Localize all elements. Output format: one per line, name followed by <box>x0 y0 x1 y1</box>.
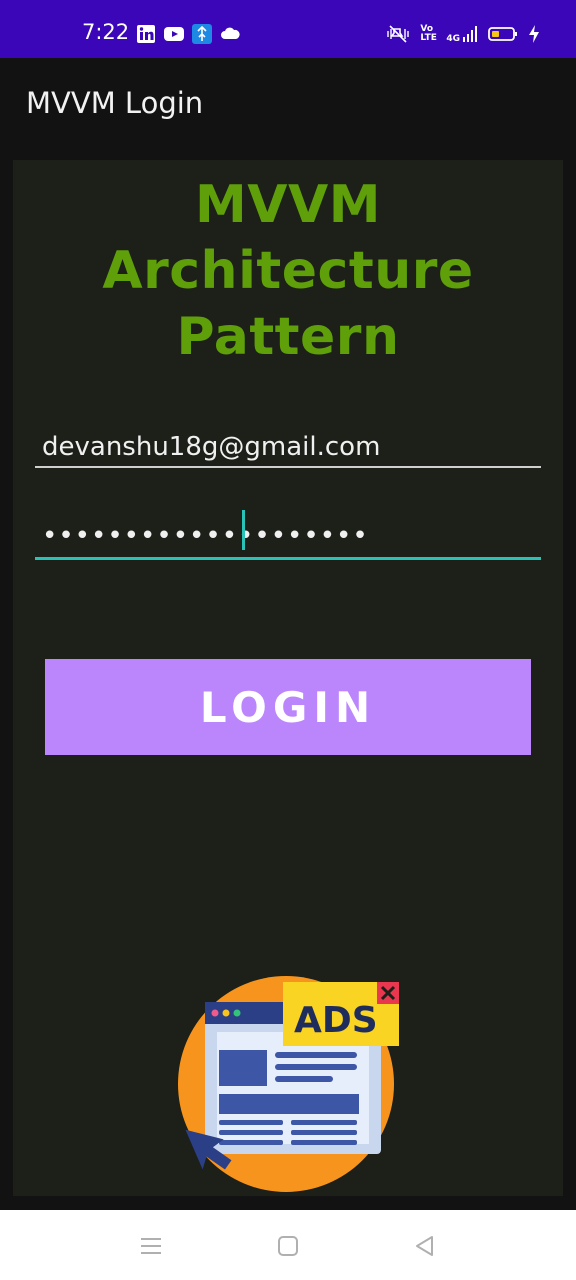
app-icon <box>192 24 212 44</box>
signal-bars-icon <box>463 26 477 42</box>
login-form-container: MVVM Architecture Pattern devanshu18g@gm… <box>13 160 563 1196</box>
app-bar-title: MVVM Login <box>26 86 204 120</box>
app-bar: MVVM Login <box>0 58 576 152</box>
cloud-icon <box>221 27 240 39</box>
home-icon[interactable] <box>275 1234 301 1258</box>
email-field[interactable]: devanshu18g@gmail.com <box>35 418 541 468</box>
headline-line-2: Pattern <box>176 307 400 367</box>
system-nav-bar <box>0 1210 576 1280</box>
login-button[interactable]: LOGIN <box>45 659 531 755</box>
signal-icon: 4G <box>446 24 478 44</box>
page-headline: MVVM Architecture Pattern <box>13 172 563 370</box>
password-field[interactable]: •••••••••••••••••••• <box>35 510 541 560</box>
status-notification-icons <box>136 24 240 44</box>
battery-icon <box>488 27 517 41</box>
status-system-icons: Vo LTE 4G <box>386 24 540 44</box>
status-time: 7:22 <box>82 20 130 44</box>
status-bar: 7:22 Vo LTE 4G <box>0 0 576 58</box>
charging-icon <box>529 25 539 43</box>
network-type-label: 4G <box>446 34 460 44</box>
linkedin-icon <box>137 25 155 43</box>
volte-icon: Vo LTE <box>420 24 437 43</box>
headline-line-1: MVVM Architecture <box>102 175 474 301</box>
password-value: •••••••••••••••••••• <box>42 521 369 551</box>
mute-vibrate-icon <box>387 25 410 43</box>
ads-banner-icon[interactable]: ADS <box>169 972 409 1196</box>
menu-icon[interactable] <box>138 1234 164 1258</box>
youtube-icon <box>164 27 184 41</box>
email-value: devanshu18g@gmail.com <box>42 432 381 462</box>
text-cursor <box>242 510 245 550</box>
back-icon[interactable] <box>412 1234 438 1258</box>
ads-label: ADS <box>294 1000 378 1041</box>
